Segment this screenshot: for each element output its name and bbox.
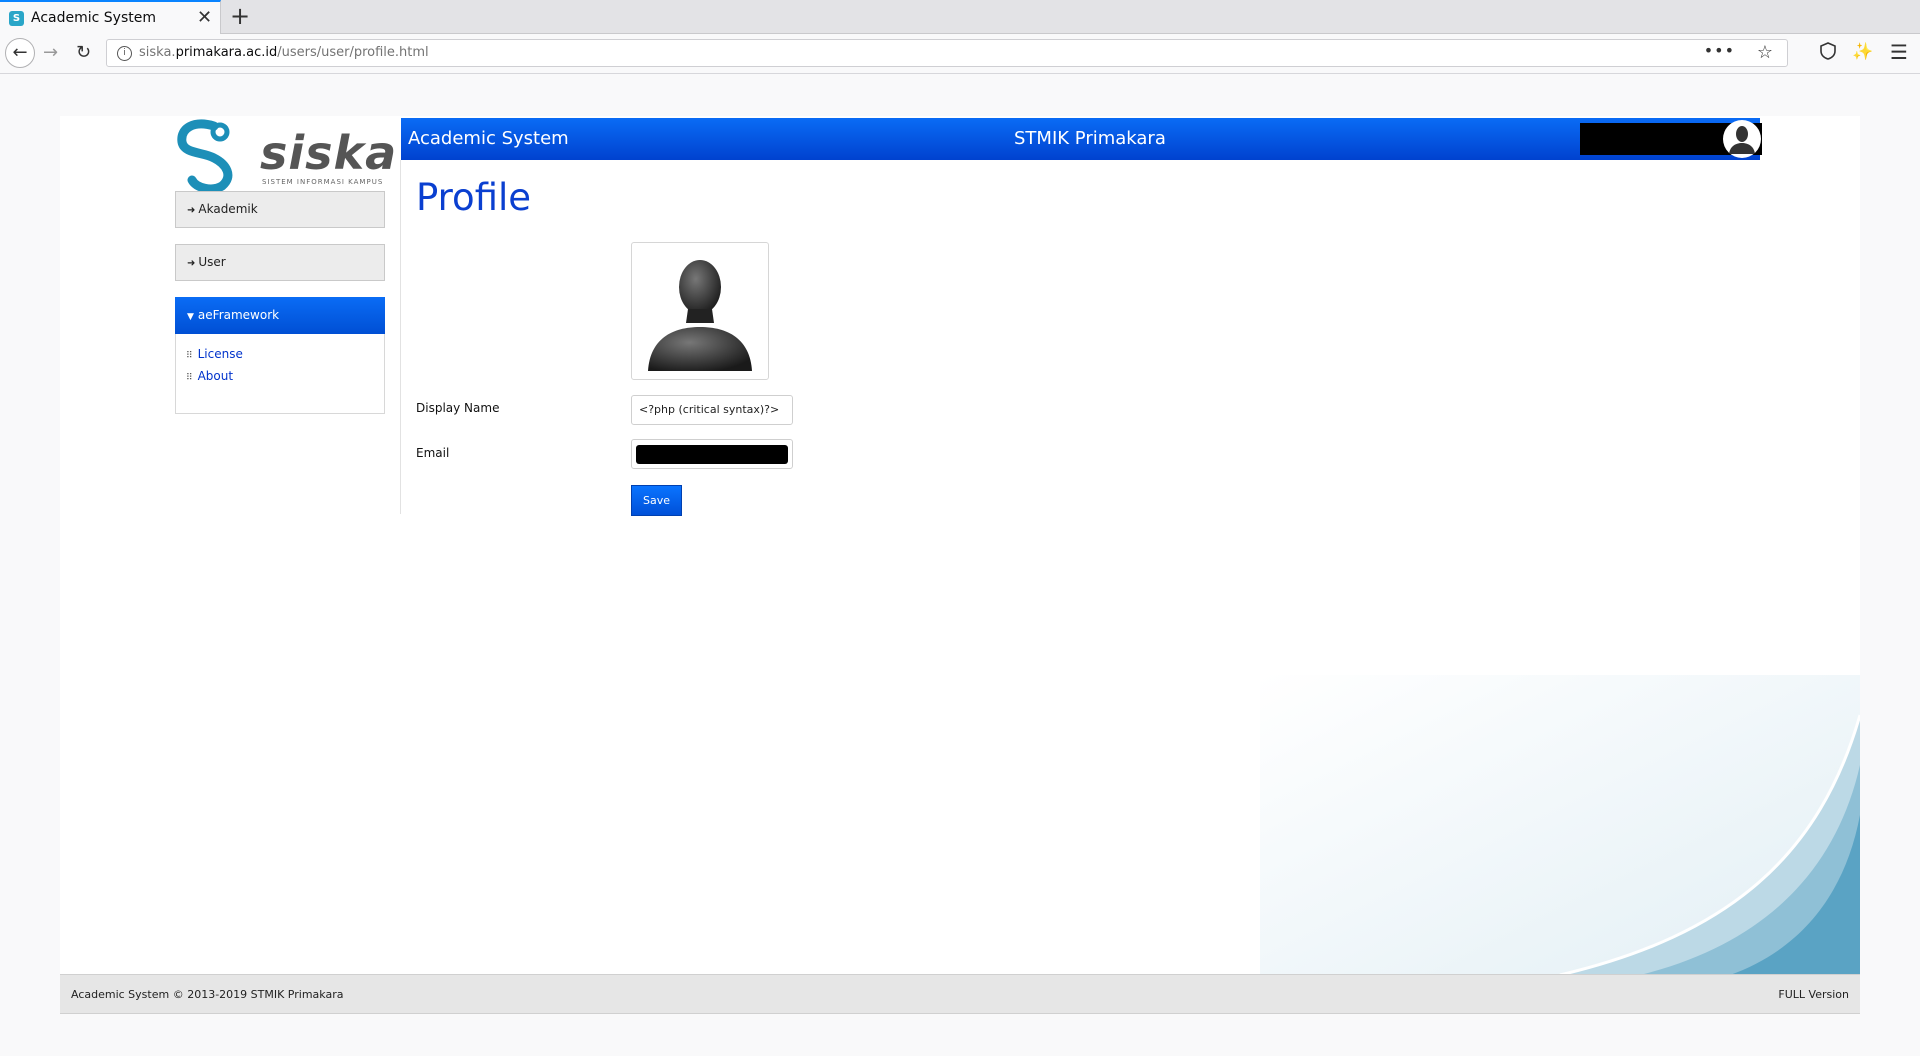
submenu-link-license[interactable]: ⠿ License [186,347,243,361]
footer-version: FULL Version [1778,988,1849,1001]
content-divider [400,160,401,514]
submenu-link-about[interactable]: ⠿ About [186,369,233,383]
sidebar-item-akademik[interactable]: ➜ Akademik [175,191,385,228]
profile-avatar[interactable] [631,242,769,380]
page-container: siska SISTEM INFORMASI KAMPUS ➜ Akademik … [60,116,1860,1014]
page-actions-icon[interactable]: ••• [1704,41,1735,60]
sidebar-item-label: aeFramework [197,308,280,322]
user-avatar-icon[interactable] [1723,120,1761,158]
url-text[interactable]: siska.primakara.ac.id/users/user/profile… [139,45,429,60]
browser-navbar: ← → ↻ i siska.primakara.ac.id/users/user… [0,34,1920,74]
sidebar-item-user[interactable]: ➜ User [175,244,385,281]
browser-tabbar: S Academic System ✕ + [0,0,1920,34]
extension-icon[interactable]: ✨ [1852,42,1873,62]
email-label: Email [416,446,450,460]
forward-icon[interactable]: → [43,40,58,66]
address-bar[interactable]: i siska.primakara.ac.id/users/user/profi… [106,39,1788,67]
reload-icon[interactable]: ↻ [76,40,91,66]
sidebar-item-label: Akademik [198,202,258,216]
browser-tab[interactable]: S Academic System ✕ [0,0,221,34]
logo-wordmark: siska [260,126,398,180]
sign-in-icon: ➜ [187,258,196,269]
shield-icon[interactable] [1820,42,1836,65]
footer-copyright: Academic System © 2013-2019 STMIK Primak… [71,988,344,1001]
redacted-email [636,445,788,464]
hamburger-menu-icon[interactable]: ☰ [1890,40,1908,64]
new-tab-icon[interactable]: + [230,3,250,29]
background-swoosh [1260,675,1860,975]
info-icon[interactable]: i [117,46,132,61]
save-button[interactable]: Save [631,485,682,516]
sidebar-item-label: User [198,255,226,269]
close-icon[interactable]: ✕ [197,8,212,28]
sign-in-icon: ➜ [187,205,196,216]
logo-mark-icon [177,119,233,194]
header-institution: STMIK Primakara [1014,128,1166,149]
page-title: Profile [416,176,532,219]
tab-title: Academic System [31,10,156,26]
back-icon[interactable]: ← [5,38,35,68]
person-silhouette-icon [648,260,752,371]
app-header: Academic System STMIK Primakara [401,118,1762,160]
siska-logo[interactable]: siska SISTEM INFORMASI KAMPUS [174,118,396,194]
footer: Academic System © 2013-2019 STMIK Primak… [60,974,1860,1014]
sidebar-submenu: ⠿ License ⠿ About [175,334,385,414]
logo-tagline: SISTEM INFORMASI KAMPUS [262,178,384,186]
header-app-name: Academic System [408,128,569,149]
grip-icon: ⠿ [186,373,193,383]
caret-down-icon: ▼ [187,312,194,322]
bookmark-star-icon[interactable]: ☆ [1757,42,1773,63]
email-field[interactable] [631,439,793,469]
favicon-icon: S [9,11,24,26]
grip-icon: ⠿ [186,351,193,361]
sidebar-item-aeframework[interactable]: ▼ aeFramework [175,297,385,334]
display-name-label: Display Name [416,401,500,415]
display-name-field[interactable]: <?php (critical syntax)?> [631,395,793,425]
